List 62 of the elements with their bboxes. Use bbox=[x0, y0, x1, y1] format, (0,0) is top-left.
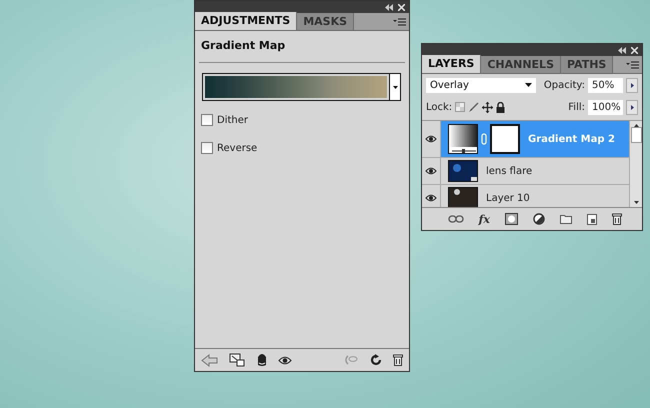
menu-icon[interactable] bbox=[626, 61, 639, 70]
trash-icon[interactable] bbox=[612, 213, 622, 225]
scroll-thumb[interactable] bbox=[630, 127, 642, 143]
opacity-label: Opacity: bbox=[544, 80, 585, 90]
adjustment-layer-icon[interactable] bbox=[533, 213, 546, 225]
lock-label: Lock: bbox=[426, 102, 452, 112]
layer-name: Layer 10 bbox=[486, 192, 530, 204]
panel-tab[interactable]: CHANNELS bbox=[481, 56, 561, 73]
panel-tab[interactable]: ADJUSTMENTS bbox=[195, 12, 298, 30]
panel-tab[interactable]: MASKS bbox=[297, 13, 354, 30]
gradient-thumbnail bbox=[448, 124, 478, 154]
new-layer-icon[interactable] bbox=[587, 214, 598, 224]
chain-icon[interactable] bbox=[481, 133, 487, 145]
brush-icon[interactable] bbox=[468, 102, 480, 112]
collapse-icon[interactable] bbox=[385, 4, 394, 10]
blend-mode-dropdown[interactable]: Overlay bbox=[426, 78, 536, 92]
eye-icon[interactable] bbox=[425, 167, 437, 175]
trash-icon[interactable] bbox=[392, 354, 403, 366]
scroll-down-icon[interactable] bbox=[634, 201, 638, 204]
checkbox[interactable] bbox=[201, 142, 213, 154]
panel-tab[interactable]: PATHS bbox=[561, 56, 614, 73]
gradient-picker[interactable] bbox=[202, 73, 401, 101]
layer-name: Gradient Map 2 bbox=[528, 134, 615, 144]
caret-icon[interactable] bbox=[392, 86, 398, 88]
link-icon[interactable] bbox=[448, 215, 464, 223]
layer-row[interactable]: lens flare bbox=[441, 158, 629, 184]
panel-tab[interactable]: LAYERS bbox=[422, 55, 482, 73]
move-icon[interactable] bbox=[482, 102, 494, 112]
layer-thumbnail bbox=[448, 160, 478, 182]
close-icon[interactable] bbox=[398, 4, 405, 10]
reset-icon[interactable] bbox=[370, 354, 382, 366]
fx-icon[interactable]: fx bbox=[478, 212, 490, 226]
mask-icon[interactable] bbox=[505, 213, 518, 225]
panel-title: Gradient Map bbox=[200, 38, 286, 54]
caret-icon bbox=[525, 83, 532, 87]
checkbox-label: Dither bbox=[217, 114, 248, 126]
mask-thumbnail bbox=[490, 124, 520, 154]
scrollbar[interactable] bbox=[629, 121, 642, 207]
opacity-stepper[interactable] bbox=[626, 78, 638, 92]
lock-icon[interactable] bbox=[496, 102, 506, 112]
checkbox-label: Reverse bbox=[217, 142, 258, 154]
eye-icon[interactable] bbox=[425, 194, 437, 202]
layer-thumbnail bbox=[448, 187, 478, 207]
dropdown-button[interactable] bbox=[389, 74, 400, 100]
layer-name: lens flare bbox=[486, 166, 532, 176]
menu-icon[interactable] bbox=[393, 18, 406, 27]
checkbox[interactable] bbox=[201, 114, 213, 126]
fill-field[interactable]: 100% bbox=[588, 100, 623, 114]
resize-icon[interactable] bbox=[229, 353, 246, 367]
back-arrow-icon[interactable] bbox=[201, 354, 218, 366]
opacity-field[interactable]: 50% bbox=[588, 78, 623, 92]
clip-icon[interactable] bbox=[256, 353, 267, 367]
layer-row[interactable]: Layer 10 bbox=[441, 185, 629, 207]
folder-icon[interactable] bbox=[560, 214, 572, 224]
eye-icon[interactable] bbox=[425, 135, 437, 143]
close-icon[interactable] bbox=[631, 46, 638, 54]
fill-stepper[interactable] bbox=[626, 100, 638, 114]
fill-label: Fill: bbox=[568, 102, 585, 112]
collapse-icon[interactable] bbox=[618, 46, 627, 54]
eye-icon[interactable] bbox=[278, 356, 292, 364]
arrow-icon bbox=[630, 104, 634, 110]
arrow-icon bbox=[630, 82, 634, 88]
